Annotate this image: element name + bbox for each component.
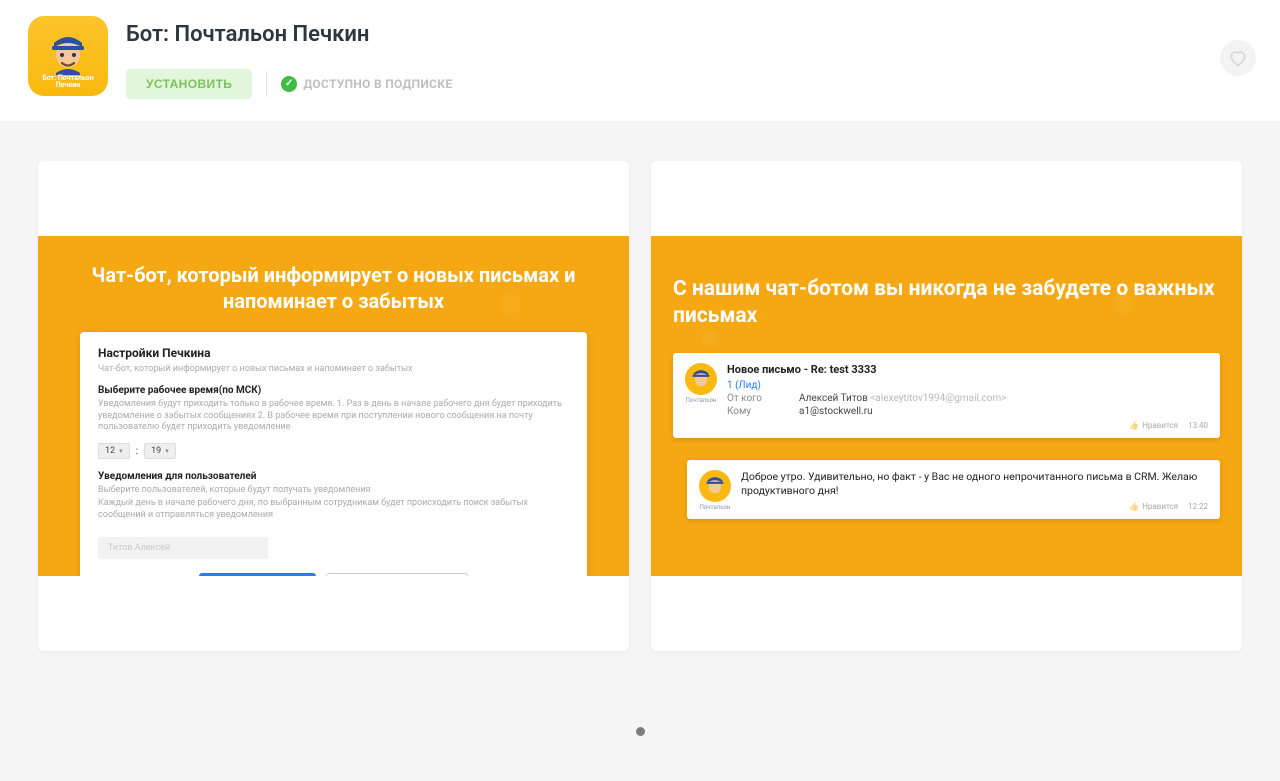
settings-panel: Настройки Печкина Чат-бот, который инфор… — [80, 332, 587, 576]
from-value: Алексей Титов <alexeytitov1994@gmail.com… — [799, 393, 1007, 404]
to-value: a1@stockwell.ru — [799, 406, 873, 417]
page-title: Бот: Почтальон Печкин — [126, 22, 1252, 47]
time-label: Выберите рабочее время(по МСК) — [98, 385, 569, 396]
from-label: От кого — [727, 393, 799, 404]
from-addr: <alexeytitov1994@gmail.com> — [870, 393, 1006, 404]
postman-icon — [50, 33, 86, 75]
panel-actions: Сохранить Отключить уведомления — [98, 573, 569, 576]
save-button[interactable]: Сохранить — [199, 573, 316, 576]
gallery-pager — [0, 711, 1280, 770]
subscription-badge: ✓ ДОСТУПНО В ПОДПИСКЕ — [281, 76, 452, 92]
mute-button[interactable]: Отключить уведомления — [326, 573, 468, 576]
subscription-label: ДОСТУПНО В ПОДПИСКЕ — [303, 77, 452, 91]
notif-title: Уведомления для пользователей — [98, 471, 569, 482]
chat-message: Почтальон Новое письмо - Re: test 3333 1… — [673, 353, 1220, 438]
message-title: Новое письмо - Re: test 3333 — [727, 363, 1208, 376]
lead-link[interactable]: 1 (Лид) — [727, 380, 761, 391]
install-button[interactable]: УСТАНОВИТЬ — [126, 69, 252, 99]
postman-icon — [705, 475, 725, 497]
message-body: Доброе утро. Удивительно, но факт - у Ва… — [741, 470, 1208, 511]
postman-icon — [691, 368, 711, 390]
like-button[interactable]: Нравится — [1129, 421, 1178, 430]
avatar-label: Почтальон — [686, 397, 717, 404]
to-label: Кому — [727, 406, 799, 417]
screenshot-slide-1: Чат-бот, который информирует о новых пис… — [38, 236, 629, 576]
header-info: Бот: Почтальон Печкин УСТАНОВИТЬ ✓ ДОСТУ… — [126, 16, 1252, 99]
message-body: Новое письмо - Re: test 3333 1 (Лид) От … — [727, 363, 1208, 430]
message-meta: Нравится 13:40 — [727, 421, 1208, 430]
screenshot-card[interactable]: С нашим чат-ботом вы никогда не забудете… — [651, 161, 1242, 651]
user-chip[interactable]: Титов Алексей — [98, 537, 268, 559]
header-actions: УСТАНОВИТЬ ✓ ДОСТУПНО В ПОДПИСКЕ — [126, 69, 1252, 99]
message-text: Доброе утро. Удивительно, но факт - у Ва… — [741, 470, 1208, 498]
slide-heading: Чат-бот, который информирует о новых пис… — [80, 262, 587, 314]
app-icon-label: Бот: Почтальон Печкин — [28, 75, 108, 90]
time-help: Уведомления будут приходить только в раб… — [98, 399, 569, 433]
time-to-select[interactable]: 19 — [144, 443, 176, 459]
bot-avatar: Почтальон — [685, 363, 717, 395]
screenshot-card[interactable]: Чат-бот, который информирует о новых пис… — [38, 161, 629, 651]
screenshot-slide-2: С нашим чат-ботом вы никогда не забудете… — [651, 236, 1242, 576]
slide-heading: С нашим чат-ботом вы никогда не забудете… — [673, 276, 1220, 331]
time-from-select[interactable]: 12 — [98, 443, 130, 459]
time-separator: : — [136, 446, 138, 457]
app-icon: Бот: Почтальон Печкин — [28, 16, 108, 96]
message-time: 12:22 — [1188, 502, 1208, 511]
message-meta: Нравится 12:22 — [741, 502, 1208, 511]
time-range-row: 12 : 19 — [98, 443, 569, 459]
avatar-label: Почтальон — [700, 504, 731, 511]
check-icon: ✓ — [281, 76, 297, 92]
chat-message: Почтальон Доброе утро. Удивительно, но ф… — [687, 460, 1220, 519]
settings-title: Настройки Печкина — [98, 346, 569, 360]
screenshot-gallery: Чат-бот, который информирует о новых пис… — [0, 121, 1280, 711]
notif-sub: Выберите пользователей, которые будут по… — [98, 485, 569, 496]
notif-help: Каждый день в начале рабочего дня, по вы… — [98, 498, 569, 521]
like-button[interactable]: Нравится — [1129, 502, 1178, 511]
message-time: 13:40 — [1188, 421, 1208, 430]
pager-dot-active[interactable] — [636, 727, 645, 736]
bot-avatar: Почтальон — [699, 470, 731, 502]
favorite-button[interactable] — [1220, 40, 1256, 76]
app-header: Бот: Почтальон Печкин Бот: Почтальон Печ… — [0, 0, 1280, 121]
heart-icon — [1228, 48, 1248, 68]
from-name: Алексей Титов — [799, 393, 868, 404]
divider — [266, 71, 267, 97]
settings-subtitle: Чат-бот, который информирует о новых пис… — [98, 364, 569, 375]
